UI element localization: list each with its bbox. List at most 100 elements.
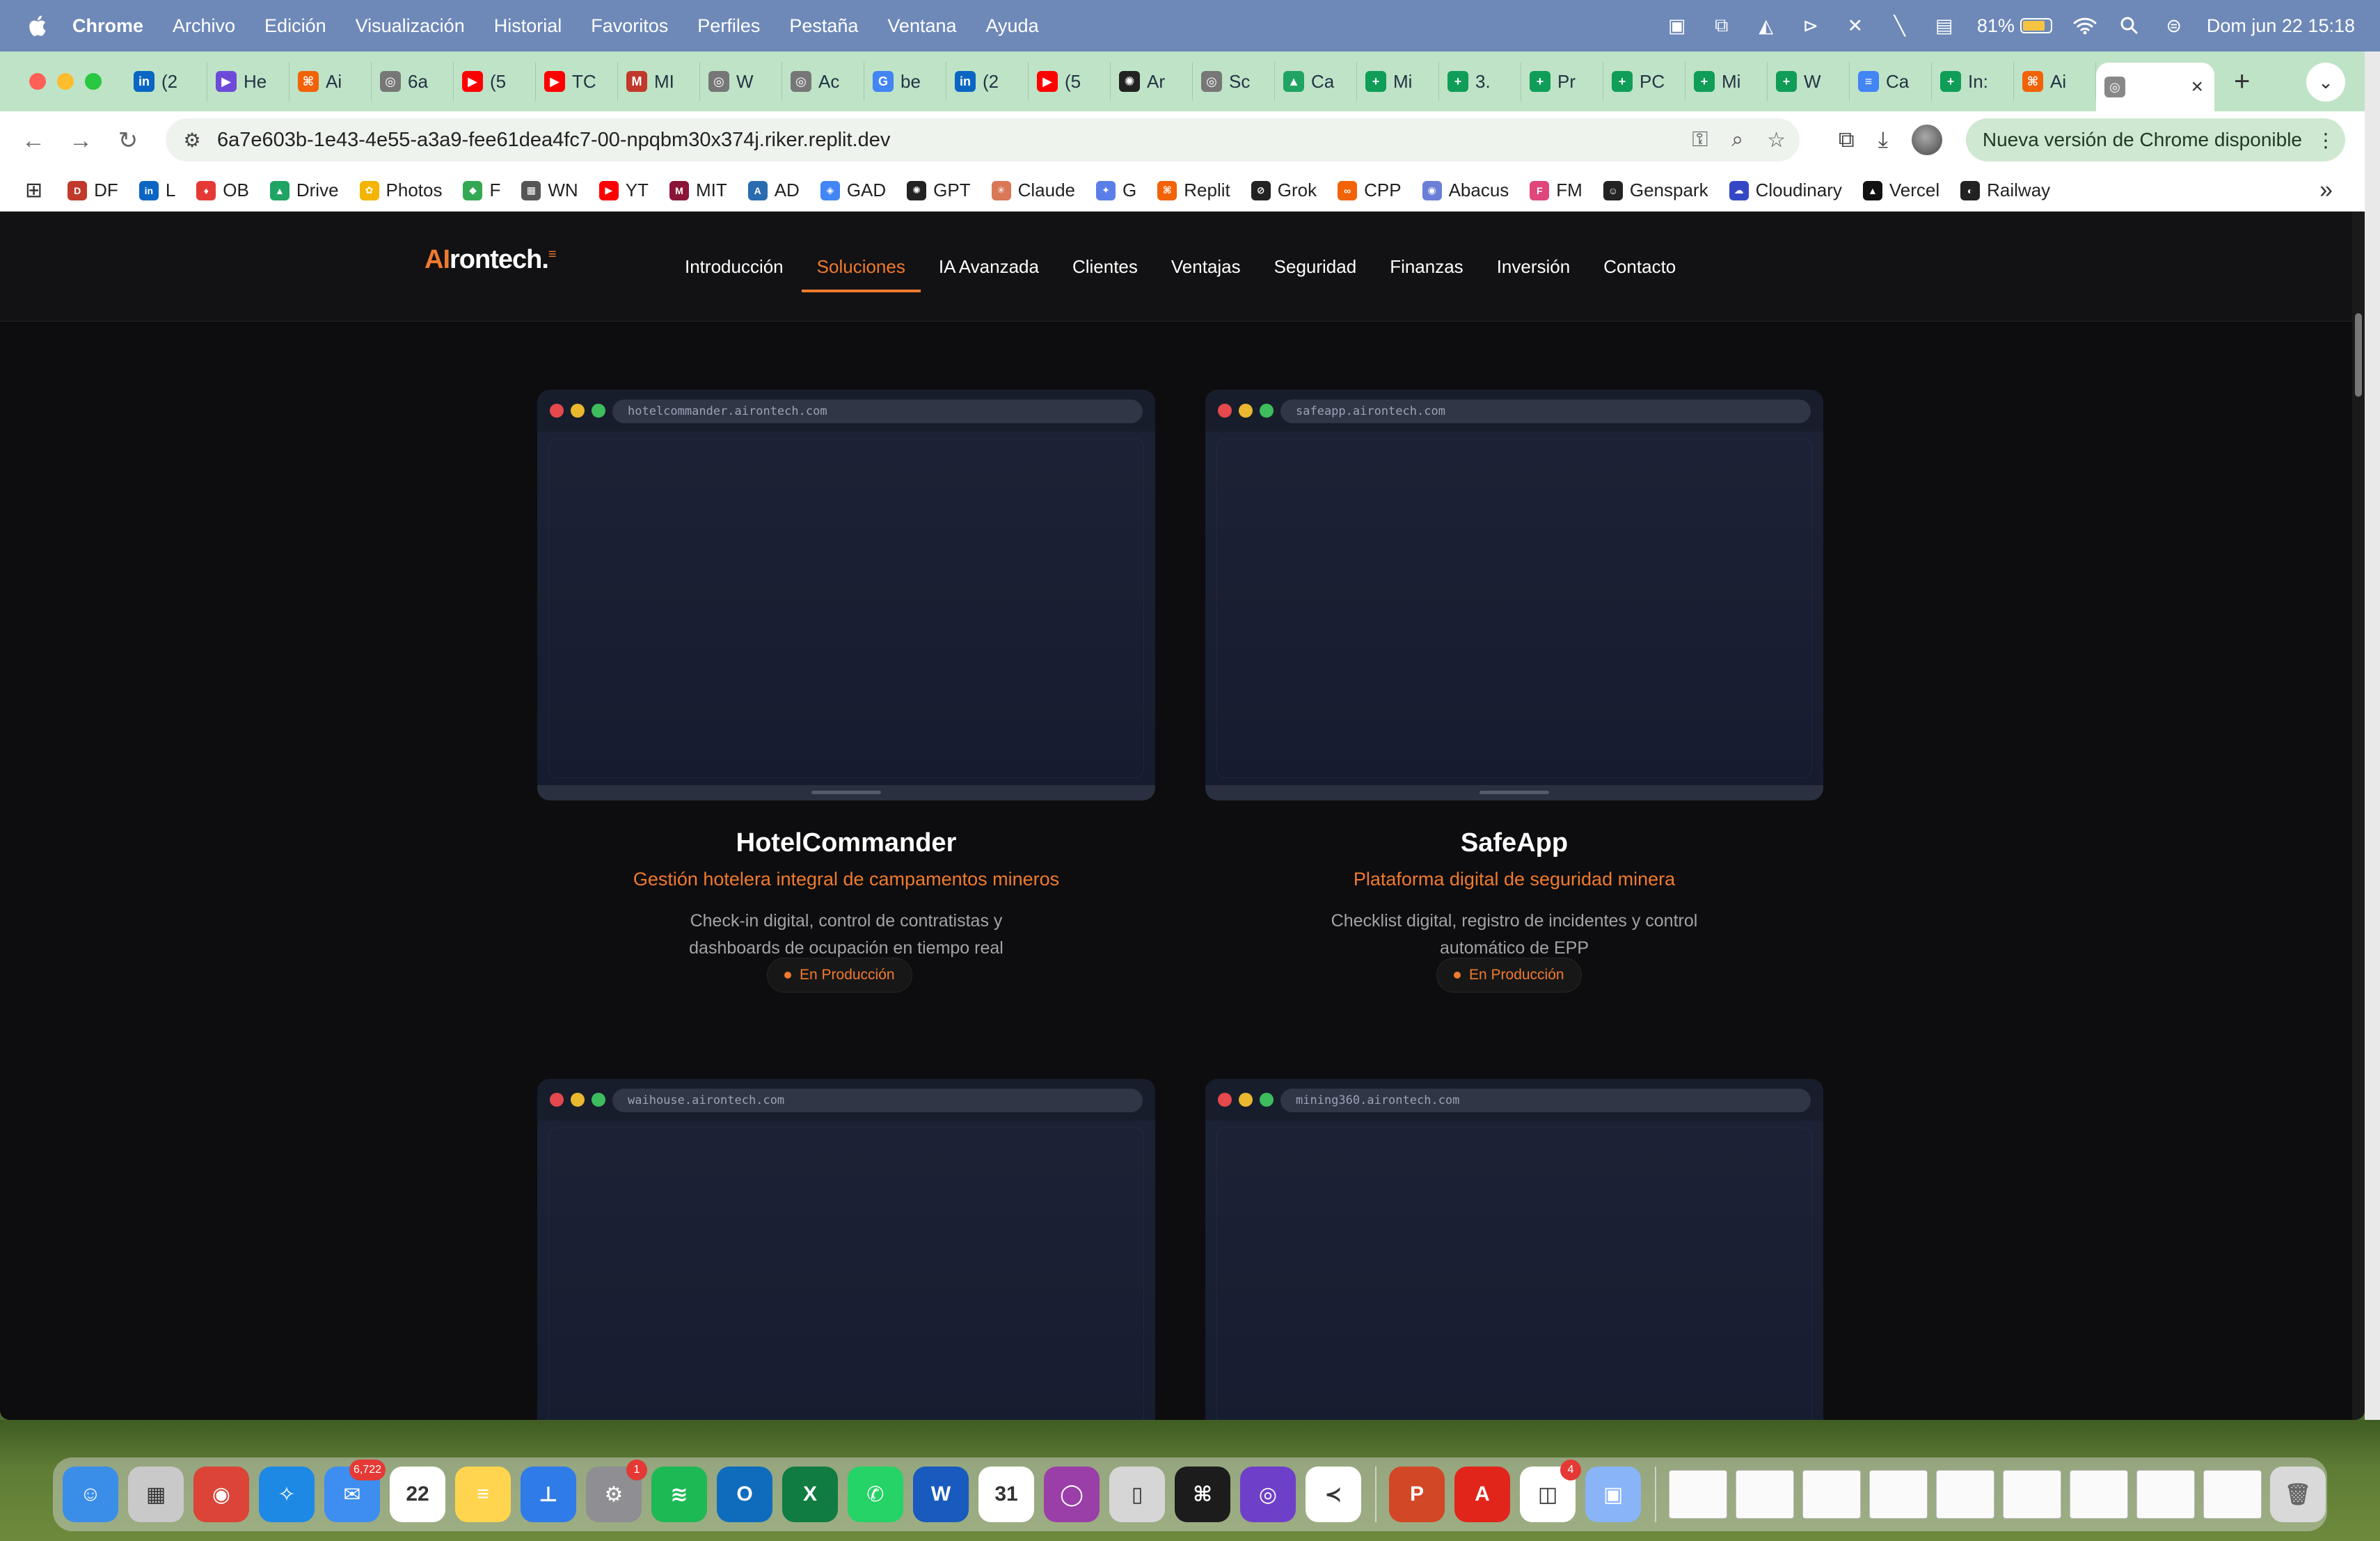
- minimize-window-button[interactable]: [57, 73, 74, 90]
- chrome-update-button[interactable]: Nueva versión de Chrome disponible ⋮: [1965, 118, 2345, 161]
- search-icon[interactable]: [2118, 15, 2141, 36]
- menu-historial[interactable]: Historial: [494, 15, 562, 37]
- apple-icon[interactable]: [26, 14, 47, 38]
- nav-introduccion[interactable]: Introducción: [685, 212, 784, 322]
- nav-clientes[interactable]: Clientes: [1072, 212, 1138, 322]
- bookmark-cpp[interactable]: ∞ CPP: [1338, 180, 1402, 201]
- tab-9[interactable]: Gbe: [864, 62, 946, 101]
- tab-14[interactable]: ▲ Ca: [1275, 62, 1357, 101]
- bookmark-cloudinary[interactable]: ☁ Cloudinary: [1729, 180, 1842, 201]
- minimized-window-thumbnail[interactable]: [1802, 1470, 1861, 1519]
- site-info-icon[interactable]: ⚙: [178, 129, 206, 152]
- mail-icon[interactable]: ✉ 6,722: [324, 1460, 386, 1522]
- tab-active[interactable]: ◎ ×: [2096, 63, 2214, 111]
- outlook-icon[interactable]: ▣: [1665, 15, 1689, 36]
- bookmark-l[interactable]: in L: [138, 180, 175, 201]
- menu-visualizacion[interactable]: Visualización: [356, 15, 465, 37]
- bookmark-wn[interactable]: ▦ WN: [521, 180, 578, 201]
- tab-13[interactable]: ◎ Sc: [1193, 62, 1275, 101]
- minimized-window-thumbnail[interactable]: [1869, 1470, 1928, 1519]
- tab-11[interactable]: ▶ (5: [1029, 62, 1111, 101]
- settings-icon[interactable]: ⚙ 1: [586, 1460, 647, 1522]
- tab-21[interactable]: ≡ Ca: [1850, 62, 1932, 101]
- safari-icon[interactable]: ✧: [259, 1467, 315, 1522]
- bookmark-f[interactable]: ◆ F: [463, 180, 500, 201]
- page-scrollbar[interactable]: [2352, 212, 2365, 1420]
- notes-icon[interactable]: ≡: [455, 1467, 511, 1522]
- tab-8[interactable]: ◎ Ac: [782, 62, 864, 101]
- bookmark-railway[interactable]: ◐ Railway: [1960, 180, 2050, 201]
- tab-12[interactable]: ✺ Ar: [1111, 62, 1193, 101]
- minimized-window-thumbnail[interactable]: [1736, 1470, 1794, 1519]
- kebab-menu-icon[interactable]: ⋮: [2316, 129, 2335, 152]
- menu-ayuda[interactable]: Ayuda: [986, 15, 1039, 37]
- bookmark-claude[interactable]: ✳ Claude: [991, 180, 1075, 201]
- tab-10[interactable]: in (2: [946, 62, 1029, 101]
- nav-ia-avanzada[interactable]: IA Avanzada: [939, 212, 1039, 322]
- back-button[interactable]: ←: [19, 127, 47, 155]
- finder-icon[interactable]: ☺: [63, 1467, 118, 1522]
- word-icon[interactable]: W: [913, 1467, 969, 1522]
- bookmark-photos[interactable]: ✿ Photos: [359, 180, 442, 201]
- launchpad-icon[interactable]: ▦: [128, 1467, 184, 1522]
- download-icon[interactable]: ⤓: [1878, 127, 1888, 153]
- bookmark-ob[interactable]: ♦ OB: [196, 180, 249, 201]
- minimized-window-thumbnail[interactable]: [1669, 1470, 1727, 1519]
- iphone-mirroring-icon[interactable]: ▯: [1109, 1467, 1165, 1522]
- bookmark-df[interactable]: D DF: [68, 180, 118, 201]
- office-icon[interactable]: ◫ 4: [1520, 1460, 1581, 1522]
- reload-button[interactable]: ↻: [114, 127, 142, 155]
- tab-0[interactable]: in (2: [125, 62, 207, 101]
- play-icon[interactable]: ⊳: [1799, 15, 1823, 36]
- minimized-window-thumbnail[interactable]: [1936, 1470, 1994, 1519]
- bookmark-ad[interactable]: A AD: [747, 180, 800, 201]
- github-icon[interactable]: ◎: [1240, 1467, 1296, 1522]
- new-tab-button[interactable]: +: [2234, 66, 2250, 97]
- nav-finanzas[interactable]: Finanzas: [1390, 212, 1463, 322]
- tab-23[interactable]: ⌘ Ai: [2014, 62, 2096, 101]
- menu-pestana[interactable]: Pestaña: [789, 15, 858, 37]
- bookmark-gpt[interactable]: ✺ GPT: [907, 180, 971, 201]
- calendar-icon[interactable]: 22: [390, 1467, 445, 1522]
- battery-status[interactable]: 81%: [1977, 15, 2052, 37]
- close-tab-icon[interactable]: ×: [2191, 75, 2203, 99]
- wifi-icon[interactable]: [2073, 15, 2097, 36]
- tab-3[interactable]: ◎ 6a: [372, 62, 454, 101]
- close-window-button[interactable]: [29, 73, 46, 90]
- pen-icon[interactable]: ╲: [1888, 15, 1912, 36]
- key-icon[interactable]: ⚿: [1692, 128, 1708, 152]
- menu-edicion[interactable]: Edición: [264, 15, 326, 37]
- bookmark-yt[interactable]: ▶ YT: [598, 180, 649, 201]
- control-center-icon[interactable]: ⊜: [2162, 15, 2186, 36]
- tab-22[interactable]: + In:: [1932, 62, 2014, 101]
- menu-app-name[interactable]: Chrome: [72, 15, 143, 37]
- forward-button[interactable]: →: [67, 127, 95, 155]
- tab-6[interactable]: M MI: [618, 62, 700, 101]
- bookmark-replit[interactable]: ⌘ Replit: [1157, 180, 1230, 201]
- zoom-icon[interactable]: ⌕: [1731, 128, 1743, 152]
- minimized-window-thumbnail[interactable]: [2136, 1470, 2195, 1519]
- keyboard-icon[interactable]: ▤: [1933, 15, 1956, 36]
- extensions-icon[interactable]: ⧉: [1839, 127, 1855, 153]
- minimized-window-thumbnail[interactable]: [2203, 1470, 2262, 1519]
- minimized-window-thumbnail[interactable]: [2070, 1470, 2128, 1519]
- menu-ventana[interactable]: Ventana: [887, 15, 956, 37]
- bookmark-grok[interactable]: ⊘ Grok: [1251, 180, 1317, 201]
- keynote-icon[interactable]: ⊥: [521, 1467, 576, 1522]
- apps-grid-icon[interactable]: ⊞: [25, 178, 42, 203]
- cast-icon[interactable]: ⧉: [1710, 15, 1734, 36]
- tab-19[interactable]: + Mi: [1685, 62, 1768, 101]
- tab-search-button[interactable]: ⌄: [2306, 63, 2345, 102]
- outlook-icon[interactable]: O: [717, 1467, 772, 1522]
- bookmark-genspark[interactable]: ☺ Genspark: [1603, 180, 1708, 201]
- nav-ventajas[interactable]: Ventajas: [1171, 212, 1241, 322]
- zoom-window-button[interactable]: [85, 73, 102, 90]
- nav-contacto[interactable]: Contacto: [1603, 212, 1676, 322]
- menu-archivo[interactable]: Archivo: [173, 15, 235, 37]
- presentation-icon[interactable]: P: [1389, 1467, 1445, 1522]
- screen-recorder-icon[interactable]: ◯: [1044, 1467, 1100, 1522]
- tab-16[interactable]: +3.: [1439, 62, 1521, 101]
- trash-icon[interactable]: 🗑: [2270, 1467, 2326, 1522]
- tab-17[interactable]: + Pr: [1521, 62, 1603, 101]
- nav-soluciones[interactable]: Soluciones: [801, 212, 921, 322]
